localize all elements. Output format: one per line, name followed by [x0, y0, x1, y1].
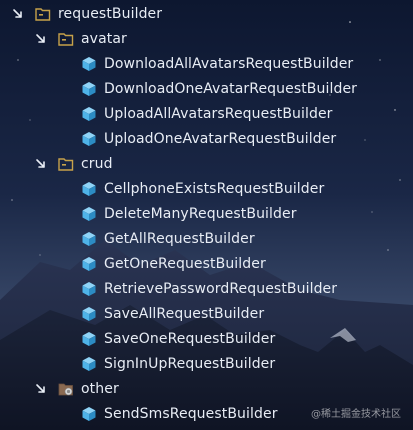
tree-item-class[interactable]: CellphoneExistsRequestBuilder — [0, 177, 413, 202]
class-cube-icon — [81, 181, 97, 197]
class-cube-icon — [81, 81, 97, 97]
tree-item-label: GetAllRequestBuilder — [104, 231, 255, 247]
tree-item-folder[interactable]: crud — [0, 152, 413, 177]
class-cube-icon — [81, 356, 97, 372]
folder-icon — [35, 6, 51, 22]
tree-item-label: GetOneRequestBuilder — [104, 256, 266, 272]
folder-icon — [58, 156, 74, 172]
tree-item-label: RetrievePasswordRequestBuilder — [104, 281, 338, 297]
tree-item-label: CellphoneExistsRequestBuilder — [104, 181, 325, 197]
tree-item-label: avatar — [81, 31, 127, 47]
tree-item-label: SignInUpRequestBuilder — [104, 356, 276, 372]
tree-item-class[interactable]: SaveAllRequestBuilder — [0, 302, 413, 327]
tree-item-label: UploadAllAvatarsRequestBuilder — [104, 106, 333, 122]
tree-item-class[interactable]: RetrievePasswordRequestBuilder — [0, 277, 413, 302]
folder-special-icon — [58, 381, 74, 397]
class-cube-icon — [81, 131, 97, 147]
class-cube-icon — [81, 406, 97, 422]
class-cube-icon — [81, 281, 97, 297]
tree-item-class[interactable]: SaveOneRequestBuilder — [0, 327, 413, 352]
project-tree: requestBuilder avatar DownloadAllAvatarsRe… — [0, 0, 413, 430]
tree-item-label: requestBuilder — [58, 6, 163, 22]
tree-item-folder[interactable]: avatar — [0, 27, 413, 52]
tree-item-class[interactable]: UploadOneAvatarRequestBuilder — [0, 127, 413, 152]
chevron-expanded-icon[interactable] — [12, 8, 24, 20]
class-cube-icon — [81, 306, 97, 322]
tree-item-label: UploadOneAvatarRequestBuilder — [104, 131, 337, 147]
tree-item-label: SaveOneRequestBuilder — [104, 331, 276, 347]
tree-item-folder[interactable]: requestBuilder — [0, 2, 413, 27]
tree-item-label: SendSmsRequestBuilder — [104, 406, 278, 422]
tree-item-label: DownloadAllAvatarsRequestBuilder — [104, 56, 354, 72]
class-cube-icon — [81, 256, 97, 272]
chevron-expanded-icon[interactable] — [35, 383, 47, 395]
tree-item-label: DeleteManyRequestBuilder — [104, 206, 297, 222]
tree-item-class[interactable]: DownloadOneAvatarRequestBuilder — [0, 77, 413, 102]
class-cube-icon — [81, 56, 97, 72]
folder-icon — [58, 31, 74, 47]
tree-item-label: SaveAllRequestBuilder — [104, 306, 265, 322]
tree-item-class[interactable]: DownloadAllAvatarsRequestBuilder — [0, 52, 413, 77]
tree-item-class[interactable]: DeleteManyRequestBuilder — [0, 202, 413, 227]
tree-item-class[interactable]: UploadAllAvatarsRequestBuilder — [0, 102, 413, 127]
class-cube-icon — [81, 106, 97, 122]
watermark: @稀土掘金技术社区 — [311, 409, 401, 420]
chevron-expanded-icon[interactable] — [35, 158, 47, 170]
tree-item-folder[interactable]: other — [0, 377, 413, 402]
class-cube-icon — [81, 206, 97, 222]
tree-item-class[interactable]: SignInUpRequestBuilder — [0, 352, 413, 377]
tree-item-label: crud — [81, 156, 113, 172]
tree-item-label: other — [81, 381, 119, 397]
tree-item-label: DownloadOneAvatarRequestBuilder — [104, 81, 358, 97]
class-cube-icon — [81, 231, 97, 247]
tree-item-class[interactable]: GetOneRequestBuilder — [0, 252, 413, 277]
tree-item-class[interactable]: GetAllRequestBuilder — [0, 227, 413, 252]
class-cube-icon — [81, 331, 97, 347]
chevron-expanded-icon[interactable] — [35, 33, 47, 45]
